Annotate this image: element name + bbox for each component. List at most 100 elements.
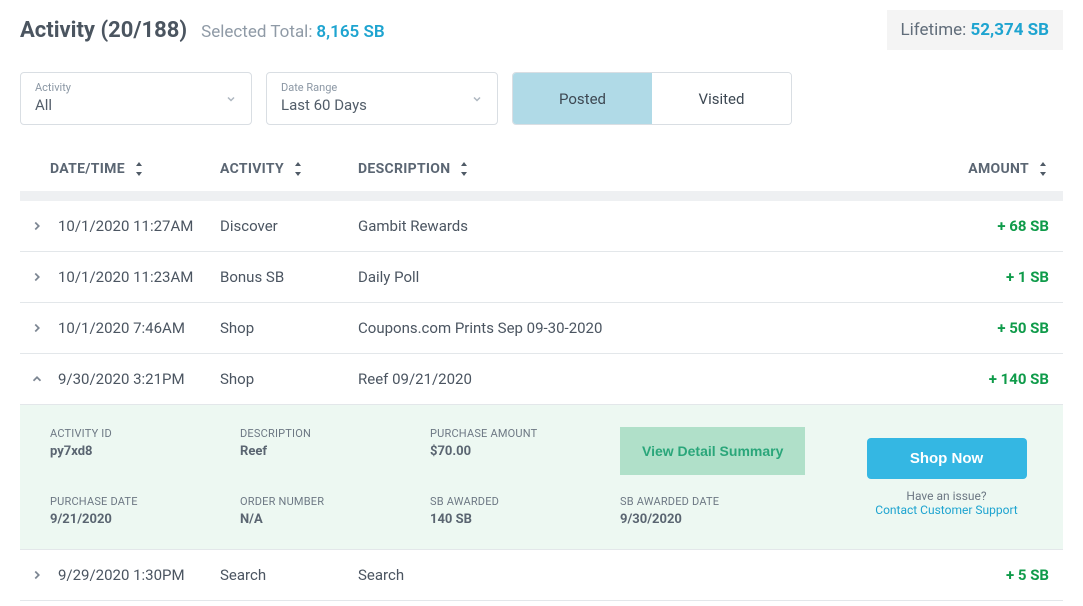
col-datetime[interactable]: DATE/TIME [50, 161, 220, 177]
chevron-right-icon [30, 321, 44, 335]
cell-amount: + 5 SB [929, 566, 1049, 584]
detail-description: DESCRIPTION Reef [240, 427, 430, 475]
topbar-left: Activity (20/188) Selected Total: 8,165 … [20, 18, 385, 43]
cell-datetime: 10/1/2020 7:46AM [50, 319, 220, 337]
col-description-label: DESCRIPTION [358, 161, 450, 177]
cell-amount: + 50 SB [929, 319, 1049, 337]
cell-description: Reef 09/21/2020 [358, 370, 929, 388]
cell-activity: Bonus SB [220, 268, 358, 286]
view-detail-summary-button[interactable]: View Detail Summary [620, 427, 805, 475]
activity-select[interactable]: Activity All [20, 72, 252, 125]
detail-activity-id-label: ACTIVITY ID [50, 427, 240, 440]
topbar: Activity (20/188) Selected Total: 8,165 … [0, 0, 1083, 56]
table-row[interactable]: 10/1/2020 11:27AM Discover Gambit Reward… [20, 201, 1063, 252]
lifetime-label: Lifetime: [901, 20, 967, 40]
table-row[interactable]: 10/1/2020 7:46AM Shop Coupons.com Prints… [20, 303, 1063, 354]
page-title: Activity (20/188) [20, 18, 187, 43]
contact-support-link[interactable]: Contact Customer Support [875, 503, 1017, 517]
col-amount[interactable]: AMOUNT [939, 161, 1049, 177]
cell-amount: + 1 SB [929, 268, 1049, 286]
table-head: DATE/TIME ACTIVITY DESCRIPTION AMOUNT [0, 147, 1083, 191]
detail-summary-cell: View Detail Summary [620, 427, 860, 475]
filters: Activity All Date Range Last 60 Days Pos… [0, 56, 1083, 147]
col-amount-label: AMOUNT [968, 161, 1029, 177]
lifetime-box: Lifetime: 52,374 SB [887, 10, 1063, 50]
collapse-toggle[interactable] [30, 372, 50, 386]
selected-total: Selected Total: 8,165 SB [201, 22, 384, 42]
detail-order-number: ORDER NUMBER N/A [240, 495, 430, 527]
chevron-down-icon [225, 93, 237, 105]
date-range-select[interactable]: Date Range Last 60 Days [266, 72, 498, 125]
expand-toggle[interactable] [30, 321, 50, 335]
col-activity-label: ACTIVITY [220, 161, 284, 177]
cell-datetime: 10/1/2020 11:23AM [50, 268, 220, 286]
sort-icon [1037, 162, 1049, 176]
detail-purchase-amount-label: PURCHASE AMOUNT [430, 427, 620, 440]
chevron-right-icon [30, 568, 44, 582]
cell-description: Gambit Rewards [358, 217, 929, 235]
issue-label: Have an issue? [906, 489, 986, 503]
detail-sb-awarded-date-label: SB AWARDED DATE [620, 495, 860, 508]
tab-visited[interactable]: Visited [652, 73, 791, 124]
expand-toggle[interactable] [30, 568, 50, 582]
detail-purchase-amount: PURCHASE AMOUNT $70.00 [430, 427, 620, 475]
date-range-select-value: Last 60 Days [281, 96, 483, 114]
sort-icon [292, 162, 304, 176]
cell-description: Search [358, 566, 929, 584]
lifetime-value: 52,374 SB [971, 20, 1050, 40]
detail-purchase-amount-value: $70.00 [430, 444, 620, 459]
chevron-down-icon [471, 93, 483, 105]
detail-description-label: DESCRIPTION [240, 427, 430, 440]
detail-actions: Shop Now Have an issue? Contact Customer… [860, 427, 1033, 527]
detail-activity-id-value: py7xd8 [50, 444, 240, 459]
cell-description: Daily Poll [358, 268, 929, 286]
cell-datetime: 9/30/2020 3:21PM [50, 370, 220, 388]
detail-purchase-date-label: PURCHASE DATE [50, 495, 240, 508]
cell-amount: + 140 SB [929, 370, 1049, 388]
cell-activity: Shop [220, 319, 358, 337]
detail-sb-awarded-date-value: 9/30/2020 [620, 512, 860, 527]
cell-description: Coupons.com Prints Sep 09-30-2020 [358, 319, 929, 337]
detail-activity-id: ACTIVITY ID py7xd8 [50, 427, 240, 475]
tab-posted[interactable]: Posted [513, 73, 652, 124]
col-description[interactable]: DESCRIPTION [358, 161, 939, 177]
issue-block: Have an issue? Contact Customer Support [875, 489, 1017, 517]
chevron-up-icon [30, 372, 44, 386]
spacer-bar [20, 191, 1063, 201]
row-detail: ACTIVITY ID py7xd8 DESCRIPTION Reef PURC… [20, 405, 1063, 550]
detail-description-value: Reef [240, 444, 430, 459]
tabs: Posted Visited [512, 72, 792, 125]
date-range-select-label: Date Range [281, 81, 483, 94]
shop-now-button[interactable]: Shop Now [867, 438, 1027, 479]
detail-purchase-date-value: 9/21/2020 [50, 512, 240, 527]
sort-icon [458, 162, 470, 176]
table-row[interactable]: 10/1/2020 11:23AM Bonus SB Daily Poll + … [20, 252, 1063, 303]
activity-select-value: All [35, 96, 237, 114]
table-row[interactable]: 9/30/2020 3:21PM Shop Reef 09/21/2020 + … [20, 354, 1063, 405]
selected-total-value: 8,165 SB [316, 22, 384, 42]
activity-select-label: Activity [35, 81, 237, 94]
table-row[interactable]: 9/29/2020 1:30PM Search Search + 5 SB [20, 550, 1063, 601]
table-rows: 10/1/2020 11:27AM Discover Gambit Reward… [0, 201, 1083, 601]
cell-activity: Shop [220, 370, 358, 388]
detail-order-number-label: ORDER NUMBER [240, 495, 430, 508]
detail-purchase-date: PURCHASE DATE 9/21/2020 [50, 495, 240, 527]
cell-activity: Discover [220, 217, 358, 235]
col-datetime-label: DATE/TIME [50, 161, 125, 177]
detail-sb-awarded-label: SB AWARDED [430, 495, 620, 508]
cell-amount: + 68 SB [929, 217, 1049, 235]
selected-total-label: Selected Total: [201, 22, 312, 42]
chevron-right-icon [30, 219, 44, 233]
detail-order-number-value: N/A [240, 512, 430, 527]
expand-toggle[interactable] [30, 219, 50, 233]
col-activity[interactable]: ACTIVITY [220, 161, 358, 177]
chevron-right-icon [30, 270, 44, 284]
detail-sb-awarded-value: 140 SB [430, 512, 620, 527]
detail-sb-awarded-date: SB AWARDED DATE 9/30/2020 [620, 495, 860, 527]
cell-datetime: 9/29/2020 1:30PM [50, 566, 220, 584]
expand-toggle[interactable] [30, 270, 50, 284]
sort-icon [133, 162, 145, 176]
cell-activity: Search [220, 566, 358, 584]
detail-sb-awarded: SB AWARDED 140 SB [430, 495, 620, 527]
cell-datetime: 10/1/2020 11:27AM [50, 217, 220, 235]
